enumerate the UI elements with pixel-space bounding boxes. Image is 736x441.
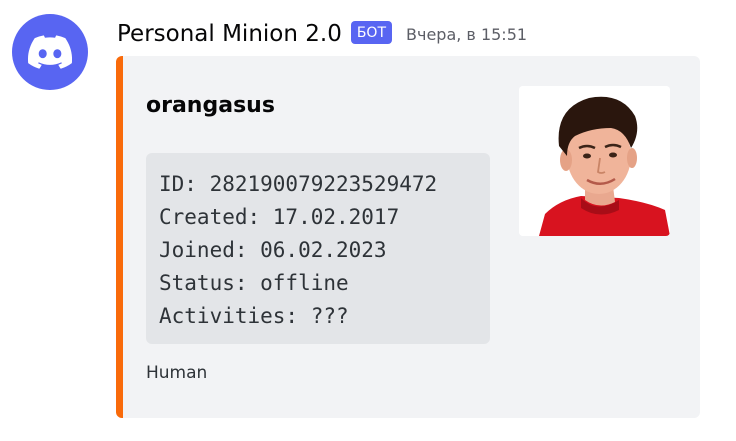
code-line-id: ID: 282190079223529472 — [159, 172, 438, 196]
user-avatar-photo — [519, 86, 670, 236]
code-line-joined: Joined: 06.02.2023 — [159, 238, 387, 262]
author-name[interactable]: Personal Minion 2.0 — [117, 21, 342, 47]
embed-footer: Human — [146, 363, 208, 383]
embed-title: orangasus — [146, 93, 275, 118]
bot-badge: БОТ — [350, 20, 393, 44]
code-line-created: Created: 17.02.2017 — [159, 205, 400, 229]
embed-code-block: ID: 282190079223529472 Created: 17.02.20… — [146, 153, 490, 344]
bot-avatar[interactable] — [12, 14, 88, 90]
discord-logo-icon — [28, 35, 72, 69]
embed-accent-bar — [116, 56, 123, 418]
chat-message: Personal Minion 2.0 БОТ Вчера, в 15:51 o… — [0, 0, 736, 441]
embed-thumbnail[interactable] — [519, 86, 670, 236]
embed-card: orangasus ID: 282190079223529472 Created… — [116, 56, 700, 418]
code-line-status: Status: offline — [159, 271, 349, 295]
code-line-activities: Activities: ??? — [159, 304, 349, 328]
message-timestamp[interactable]: Вчера, в 15:51 — [406, 25, 527, 44]
message-header: Personal Minion 2.0 БОТ Вчера, в 15:51 — [117, 17, 527, 51]
